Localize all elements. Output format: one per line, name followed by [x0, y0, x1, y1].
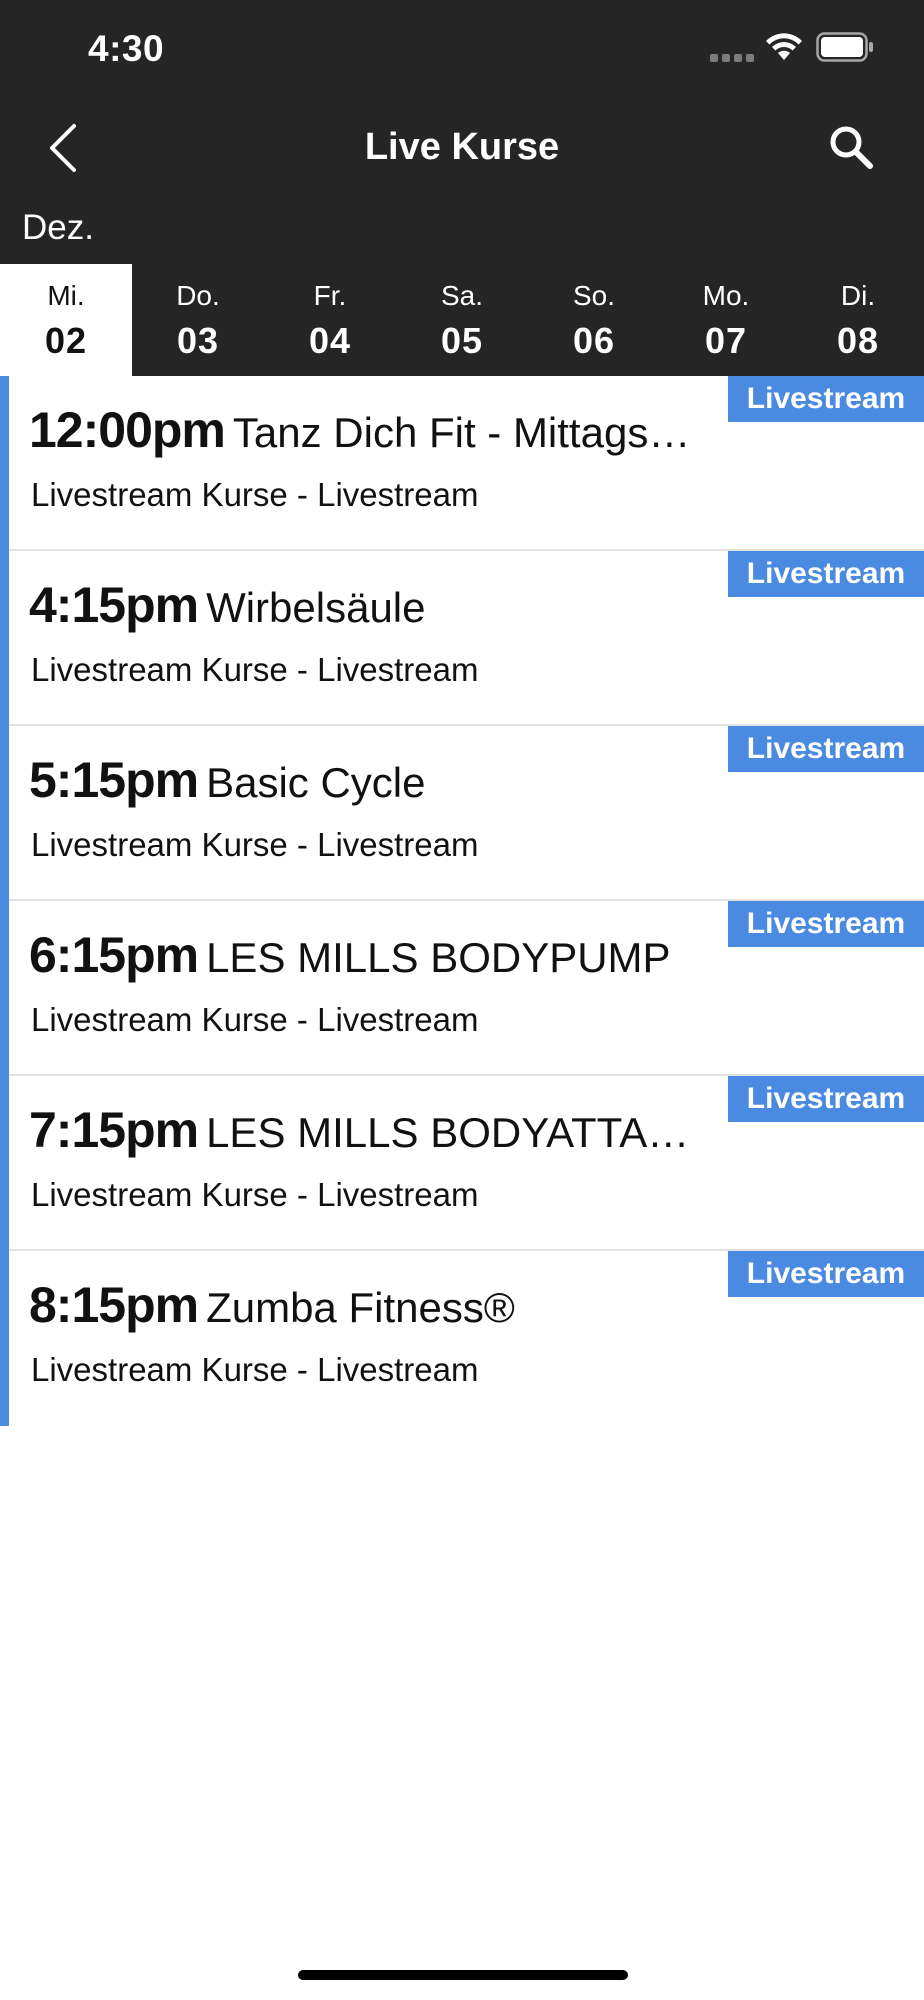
class-subtitle: Livestream Kurse - Livestream	[31, 826, 479, 863]
class-title-line: 5:15pm Basic Cycle	[29, 750, 704, 813]
battery-icon	[816, 32, 873, 62]
day-date: 05	[440, 320, 484, 361]
class-name: Tanz Dich Fit - Mittagspause	[232, 409, 704, 456]
status-time: 4:30	[88, 28, 165, 69]
class-time: 5:15pm	[29, 752, 199, 808]
day-date: 04	[308, 320, 352, 361]
livestream-badge: Livestream	[728, 726, 924, 772]
class-time: 6:15pm	[29, 927, 199, 983]
class-list-item[interactable]: Livestream 4:15pm Wirbelsäule Livestream …	[9, 551, 924, 726]
page-title: Live Kurse	[364, 126, 560, 168]
status-bar: 4:30	[0, 0, 924, 100]
class-list-item[interactable]: Livestream 5:15pm Basic Cycle Livestream …	[9, 726, 924, 901]
day-weekday: Sa.	[440, 280, 484, 311]
class-time: 8:15pm	[29, 1277, 199, 1333]
class-subtitle: Livestream Kurse - Livestream	[31, 1176, 479, 1213]
class-title-line: 12:00pmTanz Dich Fit - Mittagspause	[29, 400, 704, 463]
class-name: Basic Cycle	[206, 759, 426, 806]
class-time: 4:15pm	[29, 577, 199, 633]
day-date: 07	[704, 320, 748, 361]
day-weekday: Do.	[176, 280, 220, 311]
day-selector: Mi. 02 Do. 03 Fr. 04 Sa. 05 So. 06 Mo. 0…	[0, 264, 924, 376]
class-title-line: 6:15pm LES MILLS BODYPUMP	[29, 925, 704, 988]
class-title-line: 4:15pm Wirbelsäule	[29, 575, 704, 638]
livestream-badge: Livestream	[728, 1076, 924, 1122]
app-header: 4:30 Live Kurse Dez. Mi. 02 Do. 03 Fr. 0…	[0, 0, 924, 376]
class-subtitle: Livestream Kurse - Livestream	[31, 651, 479, 688]
class-list-item[interactable]: Livestream 7:15pm LES MILLS BODYATTACK Li…	[9, 1076, 924, 1251]
cellular-signal-icon	[710, 54, 754, 62]
selected-day-accent-bar	[0, 376, 9, 1426]
day-tab[interactable]: Di. 08	[792, 264, 924, 376]
day-weekday: Fr.	[313, 280, 347, 311]
day-weekday: Mo.	[702, 280, 750, 311]
day-date: 08	[836, 320, 880, 361]
class-name: LES MILLS BODYATTACK	[206, 1109, 704, 1156]
navigation-bar: Live Kurse	[0, 100, 924, 200]
home-indicator[interactable]	[298, 1970, 628, 1980]
day-tab[interactable]: So. 06	[528, 264, 660, 376]
day-date: 06	[572, 320, 616, 361]
class-name: Zumba Fitness®	[206, 1284, 515, 1331]
class-list-item[interactable]: Livestream 6:15pm LES MILLS BODYPUMP Live…	[9, 901, 924, 1076]
class-title-line: 7:15pm LES MILLS BODYATTACK	[29, 1100, 704, 1163]
livestream-badge: Livestream	[728, 1251, 924, 1297]
day-tab[interactable]: Sa. 05	[396, 264, 528, 376]
class-subtitle: Livestream Kurse - Livestream	[31, 1351, 479, 1388]
livestream-badge: Livestream	[728, 901, 924, 947]
class-time: 12:00pm	[29, 402, 226, 458]
search-icon[interactable]	[826, 122, 876, 172]
day-tab-selected[interactable]: Mi. 02	[0, 264, 132, 376]
day-weekday: So.	[572, 280, 616, 311]
day-date: 03	[176, 320, 220, 361]
class-list-item[interactable]: Livestream 12:00pm Tanz Dich Fit - Mittag…	[9, 376, 924, 551]
month-label: Dez.	[22, 208, 94, 247]
day-weekday: Mi.	[47, 280, 85, 311]
day-tab[interactable]: Do. 03	[132, 264, 264, 376]
day-date: 02	[44, 320, 88, 361]
livestream-badge: Livestream	[728, 376, 924, 422]
day-weekday: Di.	[840, 280, 876, 311]
class-name: LES MILLS BODYPUMP	[206, 934, 671, 981]
livestream-badge: Livestream	[728, 551, 924, 597]
day-tab[interactable]: Mo. 07	[660, 264, 792, 376]
class-name: Wirbelsäule	[206, 584, 426, 631]
day-tab[interactable]: Fr. 04	[264, 264, 396, 376]
class-subtitle: Livestream Kurse - Livestream	[31, 476, 479, 513]
wifi-icon	[766, 33, 802, 60]
class-list: Livestream 12:00pm Tanz Dich Fit - Mittag…	[0, 376, 924, 1426]
class-list-item[interactable]: Livestream 8:15pm Zumba Fitness® Livestre…	[9, 1251, 924, 1426]
class-time: 7:15pm	[29, 1102, 199, 1158]
class-subtitle: Livestream Kurse - Livestream	[31, 1001, 479, 1038]
class-title-line: 8:15pm Zumba Fitness®	[29, 1275, 704, 1338]
